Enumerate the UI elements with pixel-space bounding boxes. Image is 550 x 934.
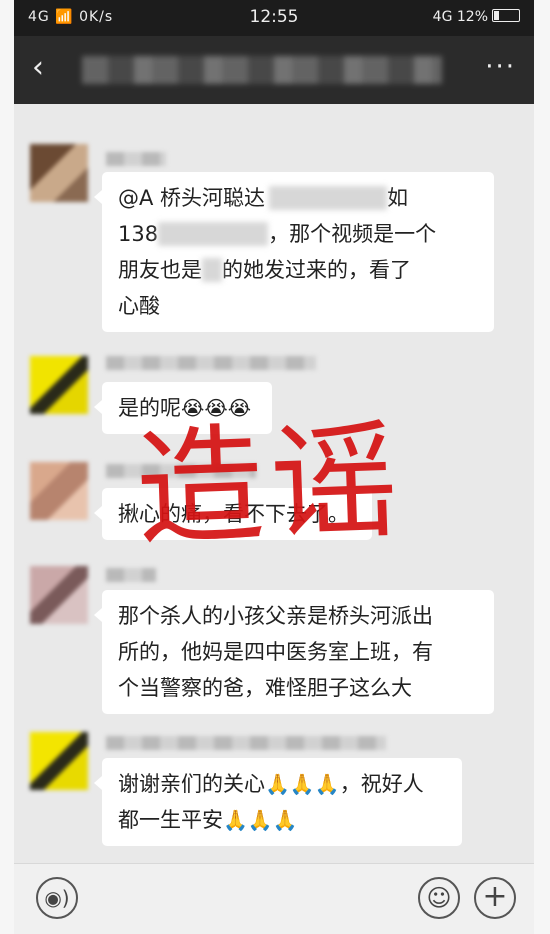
back-arrow-icon[interactable]: ‹: [32, 50, 44, 85]
battery-icon: [492, 9, 520, 22]
message-bubble-5[interactable]: 谢谢亲们的关心🙏🙏🙏，祝好人 都一生平安🙏🙏🙏: [94, 758, 462, 846]
sender-name-blurred: [106, 152, 166, 166]
message-line: 朋友也是 的她发过来的，看了: [118, 258, 411, 282]
message-line: 都一生平安🙏🙏🙏: [118, 808, 298, 832]
message-list[interactable]: @A 桥头河聪达如 138 ，那个视频是一个 朋友也是 的她发过来的，看了 心酸 是…: [14, 104, 534, 864]
message-line: @A 桥头河聪达如: [118, 186, 409, 210]
voice-icon[interactable]: ◉): [36, 877, 78, 919]
message-line: 个当警察的爸，难怪胆子这么大: [118, 676, 412, 700]
sender-name-blurred: [106, 356, 316, 370]
redacted-text: [202, 258, 222, 282]
message-line: 那个杀人的小孩父亲是桥头河派出: [118, 604, 433, 628]
battery-status: 4G 12%: [433, 9, 520, 25]
chat-title-bar: ‹ ···: [14, 36, 534, 104]
rumor-stamp: 造谣: [133, 406, 407, 565]
message-bubble-1[interactable]: @A 桥头河聪达如 138 ，那个视频是一个 朋友也是 的她发过来的，看了 心酸: [94, 172, 494, 332]
avatar[interactable]: [30, 462, 88, 520]
message-line: 心酸: [118, 294, 160, 318]
message-line: 所的，他妈是四中医务室上班，有: [118, 640, 433, 664]
avatar[interactable]: [30, 356, 88, 414]
avatar[interactable]: [30, 566, 88, 624]
praying-hands-emoji: 🙏🙏🙏: [223, 808, 298, 832]
redacted-text: [158, 222, 269, 246]
input-bar: ◉) ☺ +: [14, 863, 534, 934]
phone-screen: 4G 📶 0K/s 12:55 4G 12% ‹ ··· @A 桥头河聪达如 1…: [14, 0, 534, 934]
message-line: 138 ，那个视频是一个: [118, 222, 437, 246]
more-dots-icon[interactable]: ···: [485, 52, 516, 82]
avatar[interactable]: [30, 144, 88, 202]
message-line: 谢谢亲们的关心🙏🙏🙏，祝好人: [118, 772, 424, 796]
chat-title-blurred: [82, 56, 442, 84]
sender-name-blurred: [106, 736, 386, 750]
message-bubble-4[interactable]: 那个杀人的小孩父亲是桥头河派出 所的，他妈是四中医务室上班，有 个当警察的爸，难…: [94, 590, 494, 714]
avatar[interactable]: [30, 732, 88, 790]
emoji-icon[interactable]: ☺: [418, 877, 460, 919]
redacted-text: [269, 186, 388, 210]
sender-name-blurred: [106, 568, 156, 582]
praying-hands-emoji: 🙏🙏🙏: [265, 772, 340, 796]
plus-icon[interactable]: +: [474, 877, 516, 919]
status-bar: 4G 📶 0K/s 12:55 4G 12%: [14, 0, 534, 36]
